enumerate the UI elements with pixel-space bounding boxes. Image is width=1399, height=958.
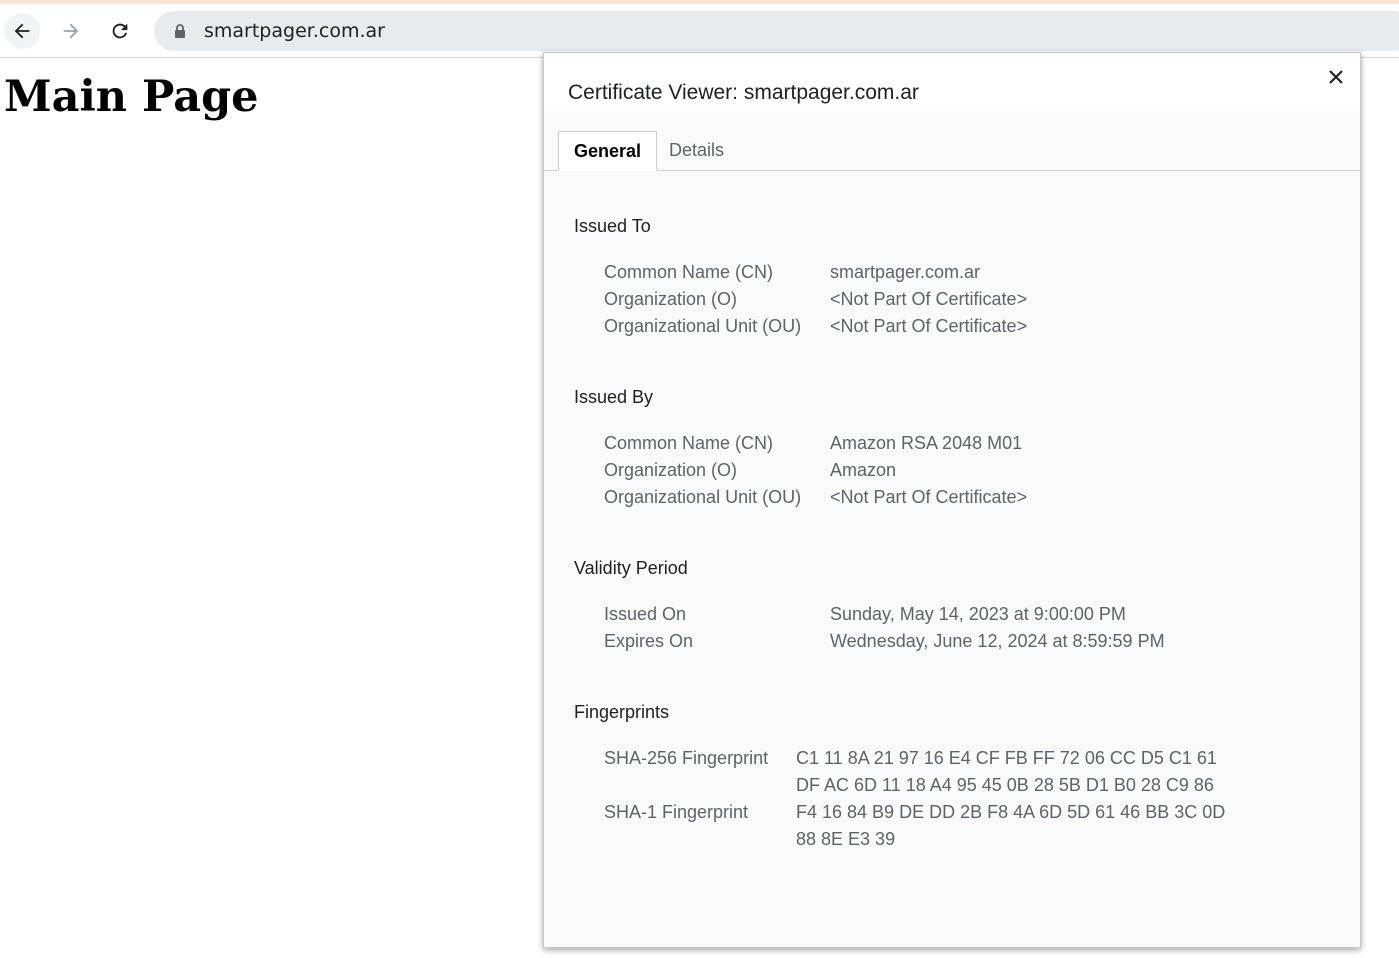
certificate-viewer-dialog: Certificate Viewer: smartpager.com.ar Ge… [543,52,1361,948]
tab-bar: General Details [544,131,1360,171]
issued-on-value: Sunday, May 14, 2023 at 9:00:00 PM [830,604,1126,624]
issued-on-label: Issued On [604,604,687,624]
issued-to-cn-value: smartpager.com.ar [830,262,981,282]
tab-details[interactable]: Details [654,131,739,169]
issued-to-cn-label: Common Name (CN) [604,262,774,282]
close-icon [1329,70,1343,84]
issued-to-ou-label: Organizational Unit (OU) [604,316,802,336]
issued-by-o-label: Organization (O) [604,460,738,480]
validity-title: Validity Period [574,558,688,578]
issued-by-o-value: Amazon [830,460,897,480]
dialog-title: Certificate Viewer: smartpager.com.ar [568,81,919,104]
sha256-label: SHA-256 Fingerprint [604,748,769,768]
sha256-value-line1: C1 11 8A 21 97 16 E4 CF FB FF 72 06 CC D… [796,748,1217,768]
dialog-header: Certificate Viewer: smartpager.com.ar [544,53,1360,111]
address-bar[interactable]: smartpager.com.ar [154,11,1399,51]
issued-by-cn-value: Amazon RSA 2048 M01 [830,433,1023,453]
fingerprints-title: Fingerprints [574,702,670,722]
issued-to-o-value: <Not Part Of Certificate> [830,289,1028,309]
sha1-value-line1: F4 16 84 B9 DE DD 2B F8 4A 6D 5D 61 46 B… [796,802,1226,822]
expires-on-label: Expires On [604,631,694,651]
issued-by-cn-label: Common Name (CN) [604,433,774,453]
reload-icon [112,23,128,39]
issued-to-ou-value: <Not Part Of Certificate> [830,316,1028,336]
url-text[interactable]: smartpager.com.ar [204,20,385,42]
page-heading: Main Page [4,72,259,122]
sha256-value-line2: DF AC 6D 11 18 A4 95 45 0B 28 5B D1 B0 2… [796,775,1214,795]
browser-toolbar: smartpager.com.ar [0,4,1399,58]
forward-arrow-icon [63,23,79,39]
issued-to-title: Issued To [574,216,651,236]
issued-by-ou-label: Organizational Unit (OU) [604,487,802,507]
reload-button[interactable] [102,13,138,49]
back-button[interactable] [4,13,40,49]
sha1-label: SHA-1 Fingerprint [604,802,749,822]
tab-general[interactable]: General [558,131,658,171]
issued-by-title: Issued By [574,387,654,407]
issued-by-ou-value: <Not Part Of Certificate> [830,487,1028,507]
issued-to-o-label: Organization (O) [604,289,738,309]
close-button[interactable] [1325,66,1347,88]
lock-icon[interactable] [172,23,188,39]
sha1-value-line2: 88 8E E3 39 [796,829,896,849]
forward-button[interactable] [53,13,89,49]
back-arrow-icon [14,23,30,39]
expires-on-value: Wednesday, June 12, 2024 at 8:59:59 PM [830,631,1165,651]
